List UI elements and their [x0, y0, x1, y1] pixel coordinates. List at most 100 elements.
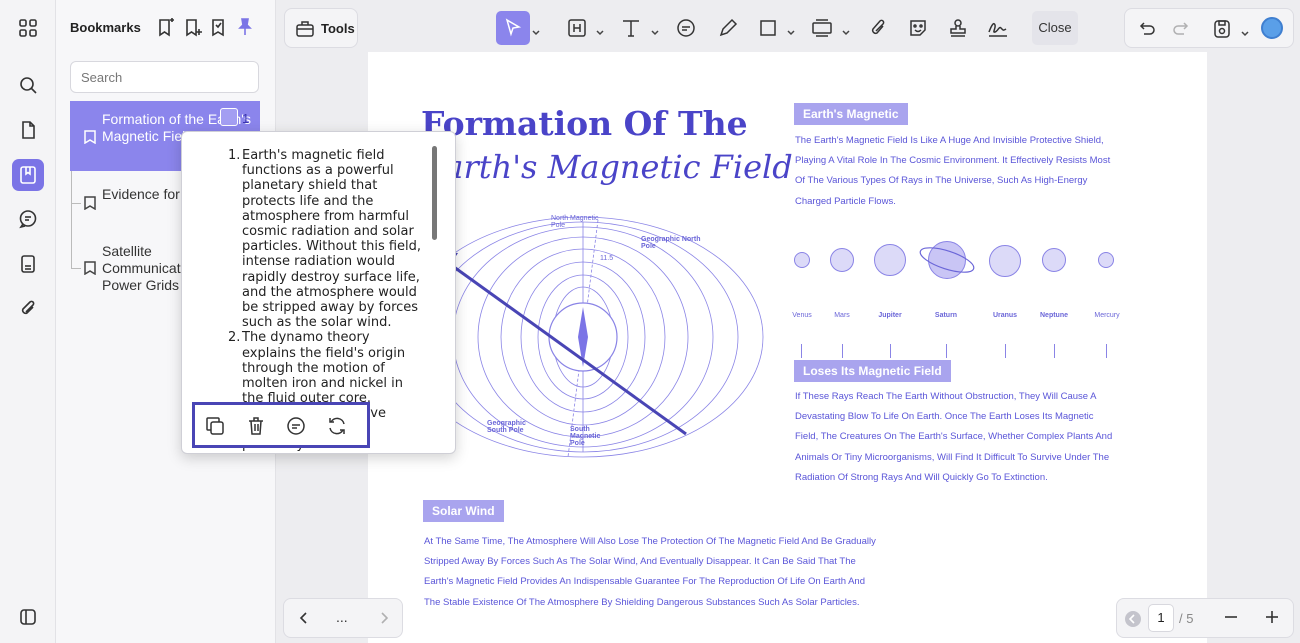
highlight-tool-icon[interactable] — [566, 17, 588, 39]
text-line: Field, The Creatures On The Earth's Surf… — [795, 431, 1113, 443]
saturn-ring — [919, 247, 975, 273]
section-heading-loses-magnetic-field: Loses Its Magnetic Field — [794, 360, 951, 382]
comment-icon[interactable] — [285, 415, 307, 437]
planet-mars — [830, 248, 854, 272]
chevron-down-icon[interactable] — [1241, 25, 1249, 37]
left-rail — [0, 0, 56, 643]
search-icon[interactable] — [12, 69, 44, 101]
layout-icon[interactable] — [12, 601, 44, 633]
text-line: The Earth's Magnetic Field Is Like A Hug… — [795, 135, 1104, 146]
copy-icon[interactable] — [204, 415, 226, 437]
text-line: At The Same Time, The Atmosphere Will Al… — [424, 536, 876, 547]
chevron-down-icon[interactable] — [842, 24, 850, 36]
planet-tick — [842, 344, 843, 358]
doc-title-line2: Earth's Magnetic Field — [421, 148, 793, 186]
popup-list-item: 1. Earth's magnetic field functions as a… — [228, 148, 422, 331]
page-back-icon[interactable] — [1125, 611, 1141, 627]
right-toolbar — [1124, 8, 1294, 48]
planet-uranus — [989, 245, 1021, 277]
stamp-tool-icon[interactable] — [947, 17, 969, 39]
planet-neptune — [1042, 248, 1066, 272]
delete-icon[interactable] — [245, 415, 267, 437]
next-page-icon[interactable] — [376, 610, 392, 626]
bookmark-preview-popup: 1. Earth's magnetic field functions as a… — [181, 131, 456, 454]
popup-scrollbar[interactable] — [432, 146, 437, 240]
bookmark-outline-icon[interactable] — [208, 17, 228, 39]
geographic-north-pole-label: Geographic North Pole — [641, 236, 701, 250]
doc-title-line1: Formation Of The — [421, 104, 748, 143]
section-heading-earths-magnetic: Earth's Magnetic — [794, 103, 908, 125]
document-page: Formation Of The Earth's Magnetic Field … — [368, 52, 1207, 643]
shape-tool-icon[interactable] — [757, 17, 779, 39]
planet-tick — [1054, 344, 1055, 358]
bookmark-search-input[interactable] — [70, 61, 259, 93]
tools-button[interactable]: Tools — [284, 8, 358, 48]
planet-label: Saturn — [934, 312, 958, 319]
save-icon[interactable] — [1211, 18, 1233, 40]
chevron-down-icon[interactable] — [787, 24, 795, 36]
close-button[interactable]: Close — [1032, 11, 1078, 45]
undo-icon[interactable] — [1135, 18, 1157, 40]
page-navigation: ... — [283, 598, 403, 638]
page-number-input[interactable]: 1 — [1148, 604, 1174, 632]
chevron-down-icon[interactable] — [532, 24, 540, 36]
section1-text: The Earth's Magnetic Field Is Like A Hug… — [795, 131, 1125, 212]
planet-mercury — [1098, 252, 1114, 268]
text-line: Of The Various Types Of Rays in The Univ… — [795, 175, 1088, 187]
bookmark-panel-icon[interactable] — [12, 159, 44, 191]
bookmark-icon — [84, 130, 96, 145]
chevron-down-icon[interactable] — [651, 24, 659, 36]
bookmark-badge-icon[interactable] — [220, 108, 238, 126]
refresh-icon[interactable] — [326, 415, 348, 437]
more-options-icon[interactable]: ... — [336, 609, 348, 625]
page-total: / 5 — [1179, 611, 1194, 626]
text-line: The Stable Existence Of The Atmosphere B… — [424, 596, 860, 608]
planet-tick — [1005, 344, 1006, 358]
document-icon[interactable] — [12, 248, 44, 280]
redo-icon[interactable] — [1171, 18, 1193, 40]
attachment-tool-icon[interactable] — [867, 17, 889, 39]
chevron-down-icon[interactable] — [596, 24, 604, 36]
tools-label: Tools — [321, 21, 355, 36]
textbox-tool-icon[interactable] — [811, 17, 833, 39]
select-tool-button[interactable] — [496, 11, 530, 45]
list-number: 2. — [228, 330, 241, 346]
magnetic-field-diagram — [428, 216, 764, 458]
angle-label: 11.5 — [600, 255, 614, 262]
planet-label: Neptune — [1040, 312, 1068, 319]
text-tool-icon[interactable] — [620, 17, 642, 39]
prev-page-icon[interactable] — [296, 610, 312, 626]
comment-tool-icon[interactable] — [675, 17, 697, 39]
pin-icon[interactable] — [235, 17, 255, 39]
apps-grid-icon[interactable] — [12, 12, 44, 44]
planet-tick — [946, 344, 947, 358]
panel-title: Bookmarks — [70, 20, 141, 35]
page-zoom-controls: 1 / 5 — [1116, 598, 1294, 638]
planet-label: Jupiter — [878, 312, 902, 319]
geographic-south-pole-label: Geographic South Pole — [487, 420, 526, 434]
bookmark-star-icon[interactable] — [156, 17, 176, 39]
zoom-out-icon[interactable] — [1222, 608, 1240, 626]
zoom-in-icon[interactable] — [1263, 608, 1281, 626]
popup-item-text: Earth's magnetic field functions as a po… — [242, 148, 422, 331]
ai-assistant-icon[interactable] — [1261, 17, 1283, 39]
planet-label: Mercury — [1094, 312, 1120, 319]
sticker-tool-icon[interactable] — [907, 17, 929, 39]
text-line: Radiation Of Strong Rays And Will Quickl… — [795, 471, 1048, 483]
pen-tool-icon[interactable] — [717, 17, 739, 39]
popup-actions-bar — [192, 402, 370, 448]
bookmark-page-number: 1 — [242, 111, 250, 126]
text-line: Playing A Vital Role In The Cosmic Envir… — [795, 155, 1111, 167]
section-heading-solar-wind: Solar Wind — [423, 500, 504, 522]
planet-tick — [890, 344, 891, 358]
bookmark-icon — [84, 196, 96, 211]
text-line: If These Rays Reach The Earth Without Ob… — [795, 391, 1097, 402]
planet-tick — [1106, 344, 1107, 358]
pages-icon[interactable] — [12, 114, 44, 146]
text-line: Animals Or Tiny Microorganisms, Will Fin… — [795, 451, 1110, 463]
comments-icon[interactable] — [12, 203, 44, 235]
planet-venus — [794, 252, 810, 268]
signature-tool-icon[interactable] — [987, 17, 1009, 39]
add-bookmark-icon[interactable] — [183, 17, 203, 39]
attachment-icon[interactable] — [12, 292, 44, 324]
